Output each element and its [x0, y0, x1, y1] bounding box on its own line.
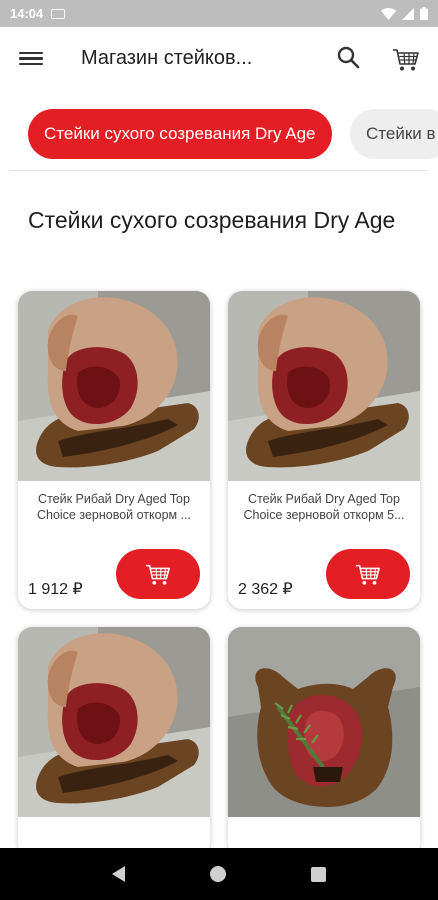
page-title: Магазин стейков... — [81, 47, 253, 69]
search-button[interactable] — [336, 45, 362, 71]
add-to-cart-button[interactable] — [326, 549, 410, 599]
notification-icon — [51, 8, 66, 19]
product-card[interactable]: Стейк Рибай Dry Aged Top Choice зерновой… — [228, 291, 420, 609]
menu-button[interactable] — [19, 49, 43, 69]
divider — [10, 170, 428, 171]
back-icon[interactable] — [112, 866, 126, 882]
product-image — [228, 627, 420, 817]
search-icon — [337, 46, 360, 69]
category-chip-dry-age[interactable]: Стейки сухого созревания Dry Age — [28, 109, 332, 159]
product-card[interactable] — [228, 627, 420, 857]
cart-button[interactable] — [391, 44, 421, 74]
add-to-cart-icon — [145, 564, 170, 585]
signal-icon — [402, 7, 414, 20]
product-image — [18, 627, 210, 817]
status-indicators — [381, 7, 428, 20]
app-bar: Магазин стейков... — [0, 27, 438, 91]
product-card[interactable] — [18, 627, 210, 857]
product-image — [228, 291, 420, 481]
cart-icon — [393, 49, 419, 71]
recents-icon[interactable] — [310, 866, 326, 882]
add-to-cart-icon — [355, 564, 380, 585]
product-price: 2 362 ₽ — [238, 581, 293, 598]
screen: 14:04 Магазин стейков... Стейки сухого с… — [0, 0, 438, 900]
product-image — [18, 291, 210, 481]
battery-icon — [420, 7, 428, 20]
add-to-cart-button[interactable] — [116, 549, 200, 599]
home-icon[interactable] — [209, 866, 226, 882]
status-time: 14:04 — [10, 6, 44, 21]
product-name: Стейк Рибай Dry Aged Top Choice зерновой… — [36, 492, 192, 522]
menu-icon — [19, 52, 43, 66]
product-price: 1 912 ₽ — [28, 581, 83, 598]
section-title: Стейки сухого созревания Dry Age — [28, 207, 396, 233]
system-nav-bar — [0, 848, 438, 900]
category-chip-next[interactable]: Стейки в — [350, 109, 438, 159]
product-card[interactable]: Стейк Рибай Dry Aged Top Choice зерновой… — [18, 291, 210, 609]
product-name: Стейк Рибай Dry Aged Top Choice зерновой… — [243, 492, 405, 522]
wifi-icon — [381, 7, 396, 20]
category-chips: Стейки сухого созревания Dry Age Стейки … — [0, 106, 438, 162]
status-bar: 14:04 — [0, 0, 438, 27]
